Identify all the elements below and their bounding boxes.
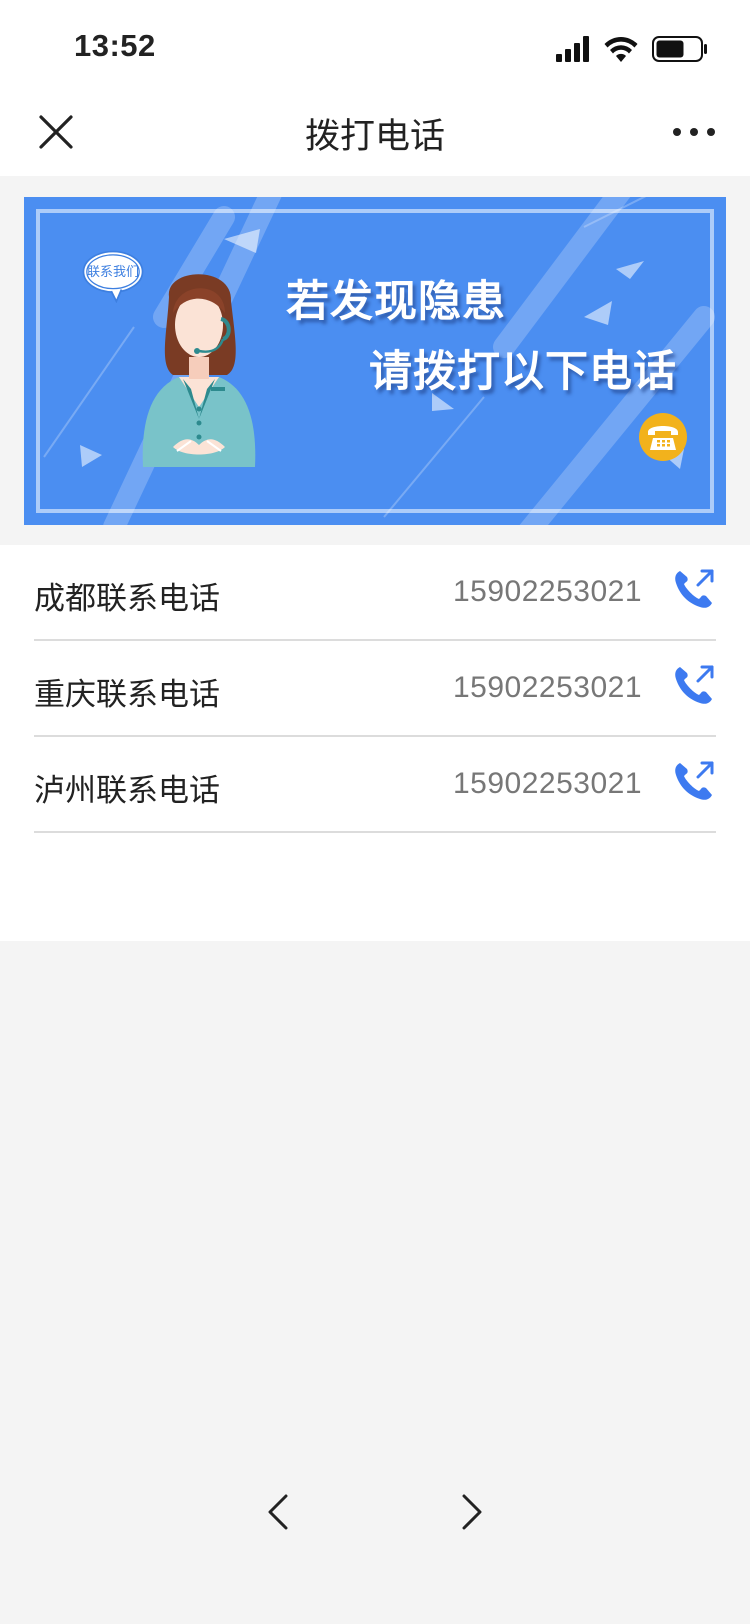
contact-row[interactable]: 重庆联系电话 15902253021 bbox=[34, 641, 716, 737]
chevron-left-icon bbox=[268, 1494, 288, 1530]
telephone-icon bbox=[639, 413, 687, 461]
nav-bar: 拨打电话 bbox=[0, 88, 750, 176]
contact-number: 15902253021 bbox=[452, 767, 642, 800]
banner-subheadline: 请拨打以下电话 bbox=[369, 347, 677, 397]
status-time: 13:52 bbox=[74, 28, 156, 63]
call-button[interactable] bbox=[672, 759, 716, 803]
contact-row[interactable]: 泸州联系电话 15902253021 bbox=[34, 737, 716, 833]
battery-icon bbox=[652, 36, 707, 62]
cellular-signal-icon bbox=[556, 36, 589, 62]
contact-number: 15902253021 bbox=[452, 671, 642, 704]
page-title: 拨打电话 bbox=[304, 117, 445, 157]
phone-call-icon bbox=[675, 569, 714, 608]
phone-call-icon bbox=[675, 761, 714, 800]
phone-call-icon bbox=[675, 665, 714, 704]
contact-label: 重庆联系电话 bbox=[34, 677, 220, 713]
more-button[interactable] bbox=[668, 110, 720, 154]
contact-label: 成都联系电话 bbox=[34, 581, 220, 617]
banner-headline: 若发现隐患 bbox=[286, 277, 506, 327]
contact-number: 15902253021 bbox=[452, 575, 642, 608]
call-button[interactable] bbox=[672, 567, 716, 611]
call-button[interactable] bbox=[672, 663, 716, 707]
contact-row[interactable]: 成都联系电话 15902253021 bbox=[34, 545, 716, 641]
status-bar: 13:52 bbox=[0, 0, 750, 88]
status-icons bbox=[556, 34, 708, 64]
chevron-right-icon bbox=[462, 1494, 482, 1530]
contact-label: 泸州联系电话 bbox=[34, 773, 220, 809]
more-icon bbox=[673, 128, 715, 136]
back-button[interactable] bbox=[262, 1490, 294, 1534]
contact-list: 成都联系电话 15902253021 重庆联系电话 15902253021 泸州… bbox=[0, 545, 750, 941]
forward-button[interactable] bbox=[456, 1490, 488, 1534]
customer-service-agent-illustration bbox=[142, 274, 256, 467]
contact-banner: 联系我们 若发现隐患 请拨打以下电话 bbox=[24, 197, 726, 525]
bottom-nav bbox=[0, 1470, 750, 1550]
wifi-icon bbox=[604, 37, 638, 62]
